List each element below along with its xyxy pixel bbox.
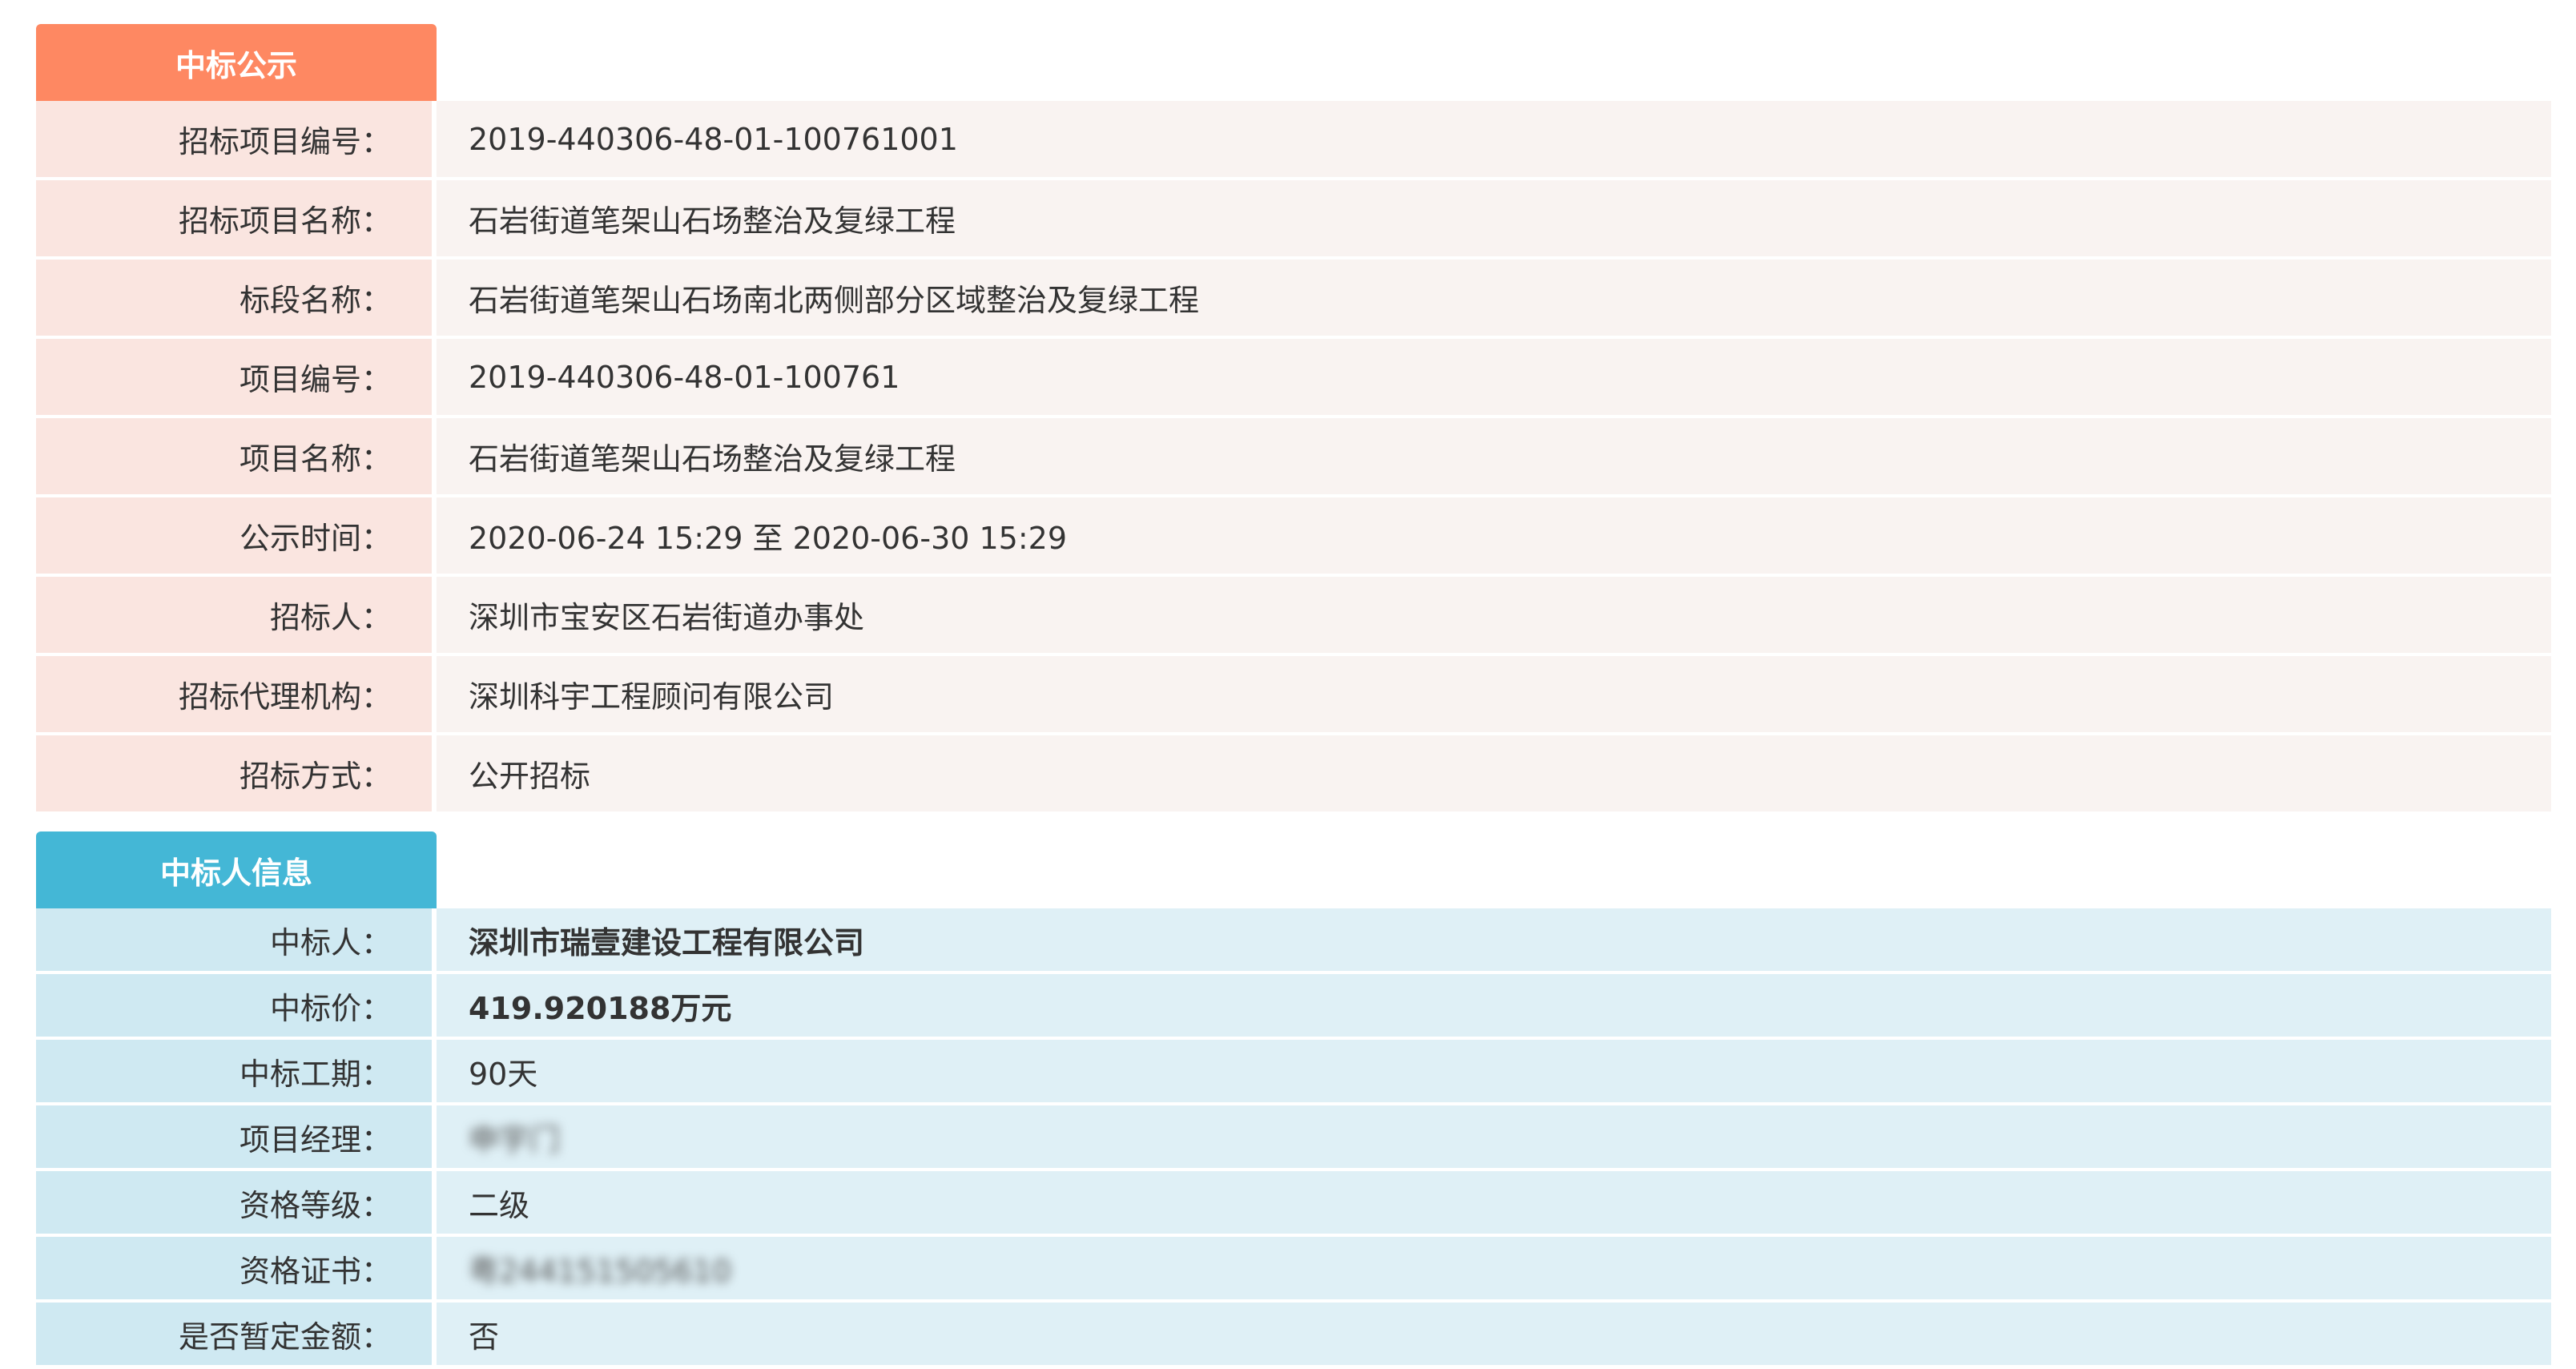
row-label: 中标价：	[36, 974, 432, 1037]
row-value: 石岩街道笔架山石场整治及复绿工程	[437, 180, 2551, 256]
row-value: 石岩街道笔架山石场南北两侧部分区域整治及复绿工程	[437, 260, 2551, 336]
row-value: 2019-440306-48-01-100761001	[437, 101, 2551, 177]
award-notice-table: 招标项目编号： 2019-440306-48-01-100761001 招标项目…	[36, 101, 2551, 811]
row-value-blurred: 申宇门	[437, 1105, 2551, 1168]
table-row: 中标工期： 90天	[36, 1040, 2551, 1102]
row-label: 招标项目编号：	[36, 101, 432, 177]
table-row: 招标项目编号： 2019-440306-48-01-100761001	[36, 101, 2551, 177]
row-label: 中标人：	[36, 908, 432, 971]
row-value: 石岩街道笔架山石场整治及复绿工程	[437, 418, 2551, 494]
table-row: 招标人： 深圳市宝安区石岩街道办事处	[36, 577, 2551, 653]
row-value: 90天	[437, 1040, 2551, 1102]
table-row: 资格证书： 粤244151505610	[36, 1237, 2551, 1299]
row-value-blurred: 粤244151505610	[437, 1237, 2551, 1299]
row-label: 招标人：	[36, 577, 432, 653]
table-row: 招标方式： 公开招标	[36, 735, 2551, 811]
row-value: 深圳市宝安区石岩街道办事处	[437, 577, 2551, 653]
table-row: 招标代理机构： 深圳科宇工程顾问有限公司	[36, 656, 2551, 732]
section-tab-winner-info: 中标人信息	[36, 831, 437, 908]
row-label: 中标工期：	[36, 1040, 432, 1102]
table-row: 中标价： 419.920188万元	[36, 974, 2551, 1037]
row-label: 招标方式：	[36, 735, 432, 811]
table-row: 是否暂定金额： 否	[36, 1303, 2551, 1365]
row-label: 项目经理：	[36, 1105, 432, 1168]
row-label: 招标代理机构：	[36, 656, 432, 732]
blurred-text: 申宇门	[469, 1121, 561, 1158]
row-label: 资格等级：	[36, 1171, 432, 1234]
row-label: 公示时间：	[36, 497, 432, 574]
row-value: 深圳市瑞壹建设工程有限公司	[437, 908, 2551, 971]
section-tab-award-notice: 中标公示	[36, 24, 437, 101]
table-row: 项目经理： 申宇门	[36, 1105, 2551, 1168]
blurred-text: 粤244151505610	[469, 1253, 732, 1289]
row-label: 项目名称：	[36, 418, 432, 494]
table-row: 公示时间： 2020-06-24 15:29 至 2020-06-30 15:2…	[36, 497, 2551, 574]
notice-container: 中标公示 招标项目编号： 2019-440306-48-01-100761001…	[36, 24, 2551, 1368]
table-row: 中标人： 深圳市瑞壹建设工程有限公司	[36, 908, 2551, 971]
row-value: 2019-440306-48-01-100761	[437, 339, 2551, 415]
row-label: 项目编号：	[36, 339, 432, 415]
row-label: 资格证书：	[36, 1237, 432, 1299]
row-label: 招标项目名称：	[36, 180, 432, 256]
row-value: 419.920188万元	[437, 974, 2551, 1037]
row-value: 深圳科宇工程顾问有限公司	[437, 656, 2551, 732]
table-row: 招标项目名称： 石岩街道笔架山石场整治及复绿工程	[36, 180, 2551, 256]
table-row: 资格等级： 二级	[36, 1171, 2551, 1234]
row-label: 标段名称：	[36, 260, 432, 336]
table-row: 项目编号： 2019-440306-48-01-100761	[36, 339, 2551, 415]
table-row: 项目名称： 石岩街道笔架山石场整治及复绿工程	[36, 418, 2551, 494]
row-value: 2020-06-24 15:29 至 2020-06-30 15:29	[437, 497, 2551, 574]
winner-info-table: 中标人： 深圳市瑞壹建设工程有限公司 中标价： 419.920188万元 中标工…	[36, 908, 2551, 1365]
table-row: 标段名称： 石岩街道笔架山石场南北两侧部分区域整治及复绿工程	[36, 260, 2551, 336]
row-value: 二级	[437, 1171, 2551, 1234]
row-label: 是否暂定金额：	[36, 1303, 432, 1365]
row-value: 公开招标	[437, 735, 2551, 811]
row-value: 否	[437, 1303, 2551, 1365]
